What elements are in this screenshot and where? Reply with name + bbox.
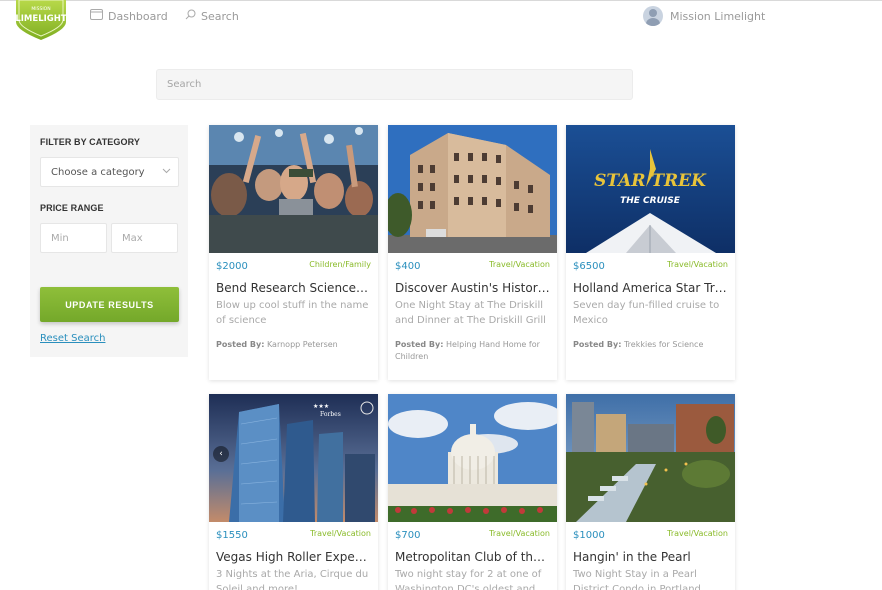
card-title[interactable]: Hangin' in the Pearl bbox=[573, 550, 728, 564]
user-name: Mission Limelight bbox=[670, 9, 766, 23]
nav-search[interactable]: Search bbox=[185, 9, 239, 23]
card-category: Travel/Vacation bbox=[310, 529, 371, 538]
posted-by-name: Karnopp Petersen bbox=[266, 340, 338, 349]
auction-card[interactable]: Forbes ★★★ ‹ $1550 Travel/Vacation Vegas… bbox=[209, 394, 378, 590]
card-image-pearl-district-park[interactable] bbox=[566, 394, 735, 522]
filter-sidebar: FILTER BY CATEGORY Choose a category PRI… bbox=[30, 125, 188, 357]
search-input[interactable] bbox=[156, 69, 633, 100]
nav-search-label: Search bbox=[201, 9, 239, 23]
auction-card[interactable]: STAR TREK THE CRUISE $6500 Travel/Vacati… bbox=[566, 125, 735, 380]
card-title[interactable]: Vegas High Roller Experi… bbox=[216, 550, 371, 564]
card-description: One Night Stay at The Driskill and Dinne… bbox=[395, 300, 546, 326]
card-title[interactable]: Holland America Star Tr… bbox=[573, 281, 728, 295]
card-price: $700 bbox=[395, 530, 421, 541]
card-posted-by: Posted By: Karnopp Petersen bbox=[216, 339, 374, 351]
card-title[interactable]: Discover Austin's Historic… bbox=[395, 281, 550, 295]
top-border bbox=[0, 0, 882, 1]
card-price: $2000 bbox=[216, 261, 248, 272]
card-price: $400 bbox=[395, 261, 421, 272]
card-posted-by: Posted By: Helping Hand Home for Childre… bbox=[395, 339, 553, 363]
card-image-capitol-building[interactable] bbox=[388, 394, 557, 522]
card-title[interactable]: Metropolitan Club of the… bbox=[395, 550, 550, 564]
card-price: $1000 bbox=[573, 530, 605, 541]
nav-dashboard[interactable]: Dashboard bbox=[90, 9, 168, 23]
auction-card[interactable]: $2000 Children/Family Bend Research Scie… bbox=[209, 125, 378, 380]
user-menu[interactable]: Mission Limelight bbox=[643, 6, 765, 26]
card-category: Travel/Vacation bbox=[667, 529, 728, 538]
search-icon bbox=[185, 9, 196, 23]
card-description: Blow up cool stuff in the name of scienc… bbox=[216, 300, 369, 326]
update-results-button[interactable]: UPDATE RESULTS bbox=[40, 287, 179, 322]
card-posted-by: Posted By: Trekkies for Science bbox=[573, 339, 731, 351]
category-select[interactable]: Choose a category bbox=[40, 157, 179, 187]
card-description: Two night stay for 2 at one of Washingto… bbox=[395, 569, 542, 590]
card-image-star-trek-cruise[interactable]: STAR TREK THE CRUISE bbox=[566, 125, 735, 253]
posted-by-label: Posted By: bbox=[573, 340, 622, 349]
min-price-input[interactable] bbox=[40, 223, 107, 253]
reset-search-link[interactable]: Reset Search bbox=[40, 333, 105, 344]
card-image-historic-hotel[interactable] bbox=[388, 125, 557, 253]
card-price: $1550 bbox=[216, 530, 248, 541]
svg-text:MISSION: MISSION bbox=[31, 6, 50, 12]
card-price: $6500 bbox=[573, 261, 605, 272]
card-category: Travel/Vacation bbox=[489, 529, 550, 538]
image-text-the-cruise: THE CRUISE bbox=[620, 196, 681, 206]
category-select-value: Choose a category bbox=[51, 166, 145, 178]
avatar bbox=[643, 6, 663, 26]
card-description: Seven day fun-filled cruise to Mexico bbox=[573, 300, 720, 326]
image-text-forbes: Forbes bbox=[320, 411, 341, 418]
card-category: Travel/Vacation bbox=[667, 260, 728, 269]
card-image-vegas-towers[interactable]: Forbes ★★★ ‹ bbox=[209, 394, 378, 522]
posted-by-label: Posted By: bbox=[216, 340, 265, 349]
card-image-concert-crowd[interactable] bbox=[209, 125, 378, 253]
max-price-input[interactable] bbox=[111, 223, 178, 253]
svg-text:LIMELIGHT: LIMELIGHT bbox=[15, 14, 67, 24]
posted-by-label: Posted By: bbox=[395, 340, 444, 349]
card-category: Travel/Vacation bbox=[489, 260, 550, 269]
card-description: Two Night Stay in a Pearl District Condo… bbox=[573, 569, 701, 590]
svg-text:★★★: ★★★ bbox=[313, 403, 329, 410]
chevron-down-icon bbox=[154, 167, 178, 177]
card-category: Children/Family bbox=[309, 260, 371, 269]
image-text-star-trek: STAR TREK bbox=[594, 171, 707, 191]
dashboard-icon bbox=[90, 9, 103, 23]
posted-by-name: Trekkies for Science bbox=[623, 340, 704, 349]
nav-dashboard-label: Dashboard bbox=[108, 9, 168, 23]
category-heading: FILTER BY CATEGORY bbox=[40, 137, 140, 147]
auction-card[interactable]: $400 Travel/Vacation Discover Austin's H… bbox=[388, 125, 557, 380]
auction-card[interactable]: $1000 Travel/Vacation Hangin' in the Pea… bbox=[566, 394, 735, 590]
price-range-heading: PRICE RANGE bbox=[40, 203, 104, 213]
card-description: 3 Nights at the Aria, Cirque du Soleil a… bbox=[216, 569, 369, 590]
mission-limelight-logo[interactable]: MISSION LIMELIGHT bbox=[14, 0, 68, 40]
auction-card[interactable]: $700 Travel/Vacation Metropolitan Club o… bbox=[388, 394, 557, 590]
card-title[interactable]: Bend Research Science … bbox=[216, 281, 371, 295]
chevron-left-icon[interactable]: ‹ bbox=[213, 446, 229, 462]
